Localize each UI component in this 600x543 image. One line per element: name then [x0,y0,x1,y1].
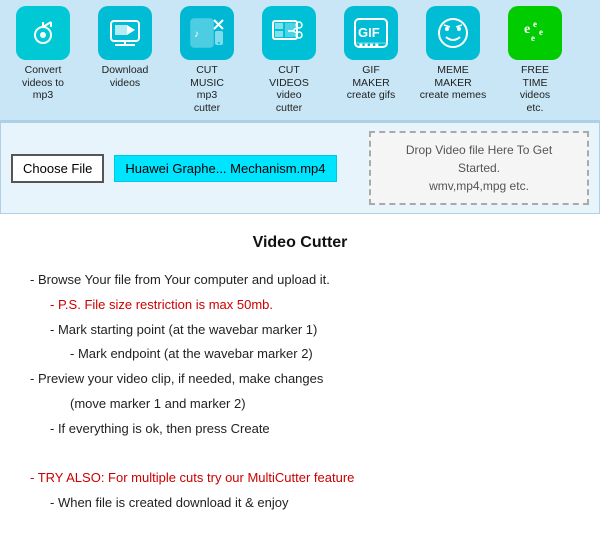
drop-zone-text: Drop Video file Here To Get Started.wmv,… [406,143,552,193]
nav-item-download-videos[interactable]: Downloadvideos [86,6,164,89]
nav-item-cut-videos[interactable]: CUTVIDEOSvideocutter [250,6,328,114]
svg-text:e: e [524,22,530,37]
instruction-line-6: (move marker 1 and marker 2) [30,392,570,417]
main-content: Video Cutter - Browse Your file from You… [0,214,600,535]
instructions-block: - Browse Your file from Your computer an… [30,268,570,515]
choose-file-button[interactable]: Choose File [11,154,104,183]
instruction-line-4: - Mark endpoint (at the wavebar marker 2… [30,342,570,367]
instruction-line-5: - Preview your video clip, if needed, ma… [30,367,570,392]
nav-item-cut-music[interactable]: ♪ CUTMUSICmp3cutter [168,6,246,114]
drop-zone[interactable]: Drop Video file Here To Get Started.wmv,… [369,131,589,205]
file-area: Choose File Huawei Graphe... Mechanism.m… [0,122,600,214]
svg-text:e: e [533,19,537,29]
nav-icon-cut-videos [262,6,316,60]
instruction-line-7: - If everything is ok, then press Create [30,417,570,442]
nav-icon-cut-music: ♪ [180,6,234,60]
nav-icon-meme-maker [426,6,480,60]
nav-label-cut-videos: CUTVIDEOSvideocutter [269,64,309,114]
nav-label-free-time: FREETIMEvideosetc. [520,64,550,114]
nav-item-convert-mp3[interactable]: Convertvideos tomp3 [4,6,82,102]
svg-text:GIF: GIF [358,25,380,40]
nav-label-cut-music: CUTMUSICmp3cutter [190,64,224,114]
svg-text:♪: ♪ [194,29,199,40]
top-nav: Convertvideos tomp3 Downloadvideos ♪ [0,0,600,122]
instruction-line-2: - P.S. File size restriction is max 50mb… [30,293,570,318]
nav-icon-gif-maker: GIF ■ ■ ■ ■ [344,6,398,60]
file-name-display: Huawei Graphe... Mechanism.mp4 [114,155,336,182]
nav-label-meme-maker: MEMEMAKERcreate memes [420,64,487,102]
nav-label-gif-maker: GIFMAKERcreate gifs [347,64,395,102]
svg-text:e: e [539,27,543,37]
instruction-line-3: - Mark starting point (at the wavebar ma… [30,318,570,343]
nav-icon-convert-mp3 [16,6,70,60]
nav-item-gif-maker[interactable]: GIF ■ ■ ■ ■ GIFMAKERcreate gifs [332,6,410,102]
svg-text:e: e [531,33,535,43]
try-also-line: - TRY ALSO: For multiple cuts try our Mu… [30,466,570,491]
nav-item-meme-maker[interactable]: MEMEMAKERcreate memes [414,6,492,102]
nav-item-free-time[interactable]: e e e e FREETIMEvideosetc. [496,6,574,114]
nav-label-convert-mp3: Convertvideos tomp3 [22,64,64,102]
svg-text:■ ■ ■ ■: ■ ■ ■ ■ [359,43,379,49]
nav-icon-download-videos [98,6,152,60]
nav-label-download-videos: Downloadvideos [102,64,149,89]
nav-icon-free-time: e e e e [508,6,562,60]
last-instruction-line: - When file is created download it & enj… [30,491,570,516]
instruction-line-1: - Browse Your file from Your computer an… [30,268,570,293]
page-title: Video Cutter [30,234,570,252]
